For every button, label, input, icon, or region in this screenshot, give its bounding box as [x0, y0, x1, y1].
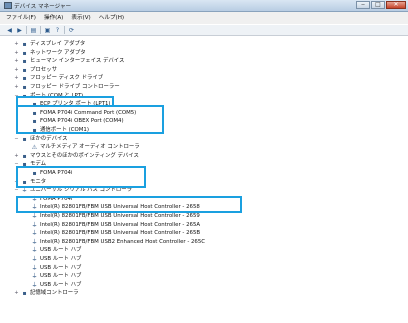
- window-title: デバイス マネージャー: [14, 4, 72, 10]
- warning-icon: ⚠: [31, 144, 38, 152]
- tree-node[interactable]: + ▪ 記憶域コントローラ: [0, 289, 300, 298]
- usb-icon: ⏚: [31, 264, 38, 272]
- highlight-foma-ports: [16, 105, 164, 134]
- device-manager-window: デバイス マネージャー ‒ □ ✕ ファイル(F) 操作(A) 表示(V) ヘル…: [0, 0, 408, 323]
- expand-icon[interactable]: +: [14, 85, 19, 90]
- back-icon[interactable]: ◀: [6, 27, 13, 34]
- floppy-icon: ▪: [22, 75, 27, 83]
- mouse-icon: ▪: [22, 152, 27, 160]
- cpu-icon: ▪: [22, 66, 27, 74]
- menu-help[interactable]: ヘルプ(H): [99, 12, 124, 24]
- toolbar-separator: [40, 26, 41, 34]
- menu-bar: ファイル(F) 操作(A) 表示(V) ヘルプ(H): [0, 12, 408, 24]
- usb-icon: ⏚: [31, 273, 38, 281]
- highlight-usb-controller: [16, 196, 242, 213]
- menu-action[interactable]: 操作(A): [44, 12, 63, 24]
- usb-icon: ⏚: [31, 256, 38, 263]
- collapse-icon[interactable]: −: [14, 136, 19, 142]
- expand-icon[interactable]: +: [14, 76, 19, 81]
- usb-icon: ⏚: [31, 281, 38, 289]
- expand-icon[interactable]: +: [14, 153, 19, 159]
- usb-icon: ⏚: [31, 230, 38, 238]
- display-icon: ▪: [22, 41, 27, 48]
- expand-icon[interactable]: +: [14, 67, 19, 73]
- other-device-icon: ▪: [22, 135, 27, 143]
- forward-icon[interactable]: ▶: [16, 27, 23, 34]
- expand-icon[interactable]: +: [14, 291, 19, 296]
- scan-icon[interactable]: ⟳: [68, 27, 75, 34]
- toolbar-separator: [64, 26, 65, 34]
- maximize-button[interactable]: □: [371, 1, 385, 9]
- tree-node-label: 記憶域コントローラ: [30, 290, 79, 297]
- usb-icon: ⏚: [31, 247, 38, 255]
- minimize-button[interactable]: ‒: [356, 1, 370, 9]
- menu-file[interactable]: ファイル(F): [6, 12, 36, 24]
- close-button[interactable]: ✕: [386, 1, 406, 9]
- help-icon[interactable]: ?: [54, 27, 61, 34]
- usb-icon: ⏚: [31, 213, 38, 220]
- expand-icon[interactable]: +: [14, 50, 19, 56]
- properties-icon[interactable]: ▣: [44, 27, 51, 34]
- toolbar: ◀ ▶ ▤ ▣ ? ⟳: [0, 25, 408, 36]
- device-manager-icon: [4, 2, 12, 9]
- highlight-modem: [16, 166, 146, 188]
- controller-icon: ▪: [22, 84, 27, 91]
- usb-icon: ⏚: [31, 238, 38, 246]
- title-bar: デバイス マネージャー ‒ □ ✕: [0, 0, 408, 12]
- view-icon[interactable]: ▤: [30, 27, 37, 34]
- expand-icon[interactable]: +: [14, 59, 19, 64]
- usb-icon: ⏚: [21, 187, 28, 195]
- usb-icon: ⏚: [31, 221, 38, 229]
- network-icon: ▪: [22, 49, 27, 57]
- menu-view[interactable]: 表示(V): [71, 12, 90, 24]
- storage-icon: ▪: [22, 290, 27, 298]
- hid-icon: ▪: [22, 58, 27, 66]
- expand-icon[interactable]: +: [14, 42, 19, 47]
- collapse-icon[interactable]: −: [14, 188, 19, 193]
- toolbar-separator: [26, 26, 27, 34]
